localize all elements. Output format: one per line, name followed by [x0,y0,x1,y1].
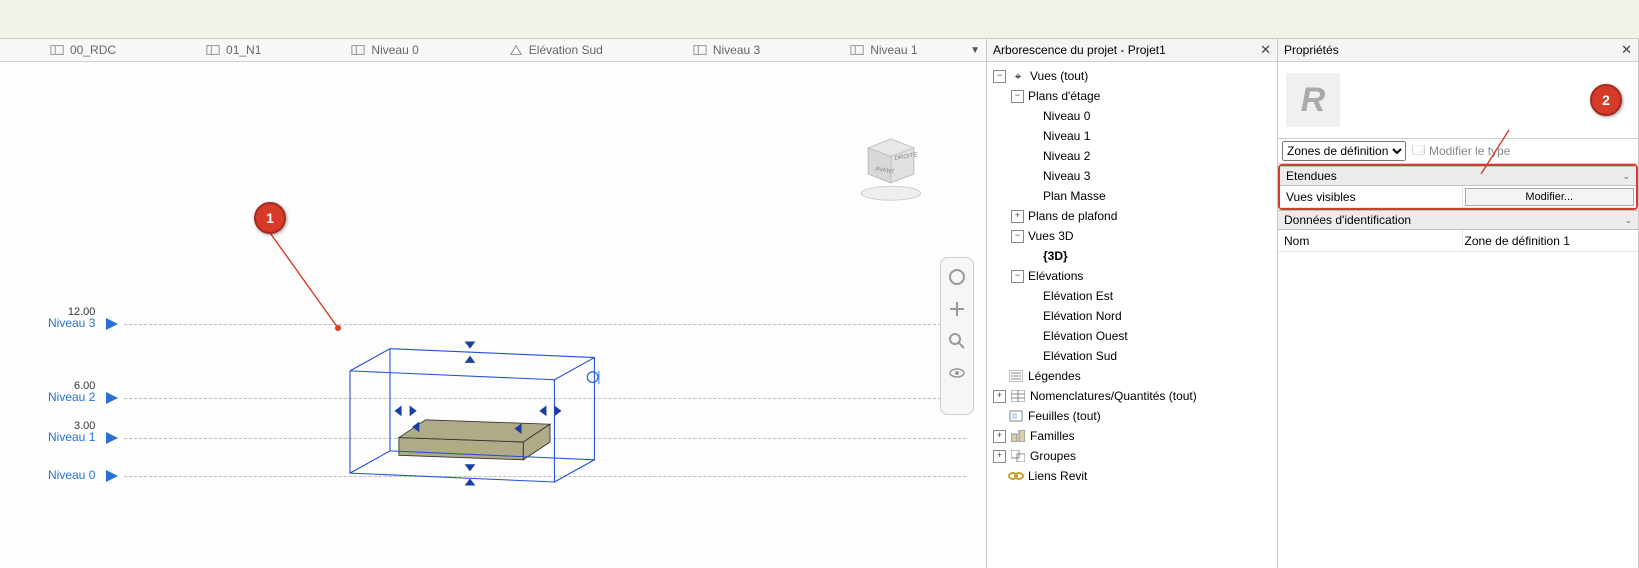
level-marker-icon [106,470,118,482]
tree-node-3d-views[interactable]: −Vues 3D [991,226,1273,246]
tab-label: Elévation Sud [529,43,603,57]
properties-header[interactable]: Propriétés ✕ [1278,39,1638,62]
family-icon [1010,429,1026,443]
type-selector[interactable]: Zones de définition [1282,141,1406,161]
tree-node-elevations[interactable]: −Elévations [991,266,1273,286]
properties-panel: Propriétés ✕ R 2 Zones de définition 🗔 [1278,39,1639,568]
tree-node-floorplans[interactable]: −Plans d'étage [991,86,1273,106]
tab-niveau-3[interactable]: Niveau 3 [693,43,760,57]
tree-node-elev-sud[interactable]: Elévation Sud [991,346,1273,366]
tab-label: 01_N1 [226,43,261,57]
legend-icon [1008,369,1024,383]
tree-node-elev-ouest[interactable]: Elévation Ouest [991,326,1273,346]
level-label-niveau-3: 12.00 Niveau 3 [48,306,95,330]
level-label-niveau-1: 3.00 Niveau 1 [48,420,95,444]
views-icon: ⌖ [1010,69,1026,83]
prop-label-nom: Nom [1278,230,1463,252]
annotation-2: 2 [1590,84,1622,116]
section-identification[interactable]: Données d'identification⌄ [1278,210,1638,230]
orbit-icon[interactable] [946,362,968,384]
level-label-niveau-0: Niveau 0 [48,468,95,482]
link-icon [1008,469,1024,483]
project-browser-header[interactable]: Arborescence du projet - Projet1 ✕ [987,39,1277,62]
scope-box-3d[interactable] [330,322,610,482]
floorplan-icon [206,43,220,57]
prop-label-vues-visibles: Vues visibles [1280,186,1463,208]
tree-node-elev-nord[interactable]: Elévation Nord [991,306,1273,326]
project-browser-tree: −⌖Vues (tout) −Plans d'étage Niveau 0 Ni… [987,62,1277,568]
viewcube[interactable]: AVANT DROITE [856,132,926,202]
tree-node-plan-masse[interactable]: Plan Masse [991,186,1273,206]
tree-node-ceiling-plans[interactable]: +Plans de plafond [991,206,1273,226]
level-marker-icon [106,432,118,444]
floorplan-icon [693,43,707,57]
tab-label: Niveau 3 [713,43,760,57]
tab-01-n1[interactable]: 01_N1 [206,43,261,57]
floorplan-icon [850,43,864,57]
level-marker-icon [106,318,118,330]
schedule-icon [1010,389,1026,403]
tab-label: Niveau 1 [870,43,917,57]
tree-node-3d-active[interactable]: {3D} [991,246,1273,266]
tab-label: Niveau 0 [371,43,418,57]
tree-node-legends[interactable]: Légendes [991,366,1273,386]
annotation-2-line [1481,130,1511,176]
tree-node-sheets[interactable]: Feuilles (tout) [991,406,1273,426]
annotation-1: 1 [254,202,286,234]
tab-elevation-sud[interactable]: Elévation Sud [509,43,603,57]
pan-icon[interactable] [946,298,968,320]
tree-node-niveau-0[interactable]: Niveau 0 [991,106,1273,126]
group-icon [1010,449,1026,463]
level-marker-icon [106,392,118,404]
view-tabs-bar: 00_RDC 01_N1 Niveau 0 [0,39,986,62]
elevation-icon [509,43,523,57]
etendues-highlight: Etendues⌄ Vues visibles Modifier... [1278,164,1638,210]
tree-node-families[interactable]: +Familles [991,426,1273,446]
tree-node-elev-est[interactable]: Elévation Est [991,286,1273,306]
level-label-niveau-2: 6.00 Niveau 2 [48,380,95,404]
expand-icon[interactable]: ⌄ [1624,215,1632,226]
navigation-bar [940,257,974,415]
tree-node-groups[interactable]: +Groupes [991,446,1273,466]
tabs-overflow-icon[interactable]: ▼ [970,45,980,56]
tree-node-niveau-3[interactable]: Niveau 3 [991,166,1273,186]
annotation-1-line [268,230,358,330]
close-icon[interactable]: ✕ [1260,42,1271,58]
tab-00-rdc[interactable]: 00_RDC [50,43,116,57]
tab-niveau-1[interactable]: Niveau 1 [850,43,917,57]
panel-title: Propriétés [1284,43,1339,57]
floorplan-icon [351,43,365,57]
type-thumbnail: R [1286,73,1340,127]
panel-title: Arborescence du projet - Projet1 [993,43,1166,57]
tree-node-revit-links[interactable]: Liens Revit [991,466,1273,486]
tree-node-views[interactable]: −⌖Vues (tout) [991,66,1273,86]
close-icon[interactable]: ✕ [1621,42,1632,58]
prop-value-nom[interactable]: Zone de définition 1 [1463,230,1639,252]
tab-niveau-0[interactable]: Niveau 0 [351,43,418,57]
full-nav-wheel-icon[interactable] [946,266,968,288]
tab-label: 00_RDC [70,43,116,57]
floorplan-icon [50,43,64,57]
edit-type-icon: 🗔 [1412,141,1425,162]
tree-node-niveau-1[interactable]: Niveau 1 [991,126,1273,146]
sheet-icon [1008,409,1024,423]
expand-icon[interactable]: ⌄ [1622,171,1630,182]
zoom-icon[interactable] [946,330,968,352]
edit-type-button[interactable]: 🗔 Modifier le type [1412,141,1634,162]
canvas-3d-view[interactable]: 12.00 Niveau 3 6.00 Niveau 2 3.00 Niveau… [0,62,986,568]
section-etendues[interactable]: Etendues⌄ [1280,166,1636,186]
ribbon-placeholder [0,0,1639,39]
tree-node-schedules[interactable]: +Nomenclatures/Quantités (tout) [991,386,1273,406]
tree-node-niveau-2[interactable]: Niveau 2 [991,146,1273,166]
modifier-button[interactable]: Modifier... [1465,188,1635,206]
